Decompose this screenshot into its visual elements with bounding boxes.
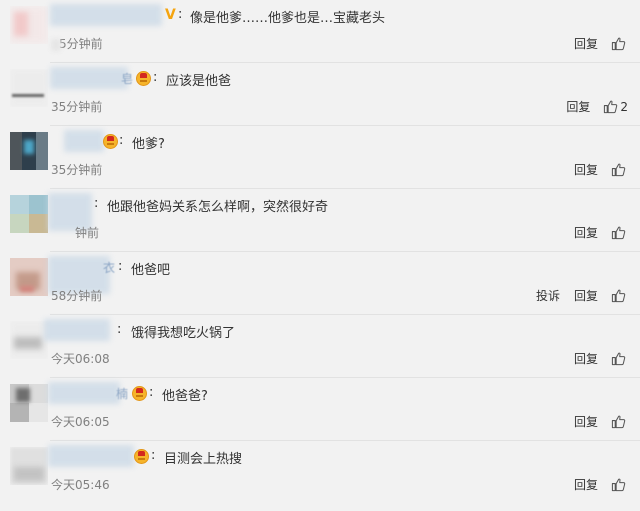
username[interactable] xyxy=(64,130,104,152)
like-button[interactable] xyxy=(611,351,628,366)
avatar[interactable] xyxy=(10,6,48,44)
comment-list: V : 像是他爹……他爹也是…宝藏老头 5分钟前 回复 皂 : 应该是他爸 35… xyxy=(0,0,640,511)
avatar[interactable] xyxy=(10,447,48,485)
comment-item: : 他爹? 35分钟前 回复 xyxy=(0,126,640,189)
vip-v-icon: V xyxy=(165,7,176,23)
like-count: 2 xyxy=(620,99,628,114)
colon: : xyxy=(118,259,123,274)
like-button[interactable]: 2 xyxy=(603,99,628,114)
reply-button[interactable]: 回复 xyxy=(574,287,598,304)
thumbs-up-icon xyxy=(611,163,626,177)
username[interactable] xyxy=(48,382,120,404)
thumbs-up-icon xyxy=(611,478,626,492)
like-button[interactable] xyxy=(611,477,628,492)
comment-actions: 投诉 回复 xyxy=(522,287,628,304)
like-button[interactable] xyxy=(611,162,628,177)
avatar[interactable] xyxy=(10,258,48,296)
comment-actions: 回复 2 xyxy=(552,98,628,115)
reply-button[interactable]: 回复 xyxy=(574,161,598,178)
like-button[interactable] xyxy=(611,288,628,303)
timestamp: 35分钟前 xyxy=(51,100,103,114)
comment-item: : 饿得我想吃火锅了 今天06:08 回复 xyxy=(0,315,640,378)
like-button[interactable] xyxy=(611,36,628,51)
timestamp: 35分钟前 xyxy=(51,163,103,177)
thumbs-up-icon xyxy=(611,226,626,240)
comment-item: V : 像是他爹……他爹也是…宝藏老头 5分钟前 回复 xyxy=(0,0,640,63)
comment-text: 应该是他爸 xyxy=(166,74,232,89)
avatar[interactable] xyxy=(10,132,48,170)
comment-actions: 回复 xyxy=(560,35,628,52)
colon: : xyxy=(178,7,183,22)
comment-actions: 回复 xyxy=(560,476,628,493)
avatar[interactable] xyxy=(10,195,48,233)
thumbs-up-icon xyxy=(611,415,626,429)
like-button[interactable] xyxy=(611,225,628,240)
timestamp: 今天05:46 xyxy=(51,478,110,492)
timestamp: 58分钟前 xyxy=(51,289,103,303)
comment-item: : 目测会上热搜 今天05:46 回复 xyxy=(0,441,640,511)
username-tail[interactable]: 皂 xyxy=(121,70,133,87)
timestamp: 今天06:08 xyxy=(51,352,110,366)
colon: : xyxy=(119,133,124,148)
comment-text: 目测会上热搜 xyxy=(164,452,243,467)
timestamp: 钟前 xyxy=(75,226,100,240)
username[interactable] xyxy=(44,319,110,341)
username[interactable] xyxy=(50,67,128,89)
comment-text: 他爸爸? xyxy=(162,389,208,404)
like-button[interactable] xyxy=(611,414,628,429)
report-button[interactable]: 投诉 xyxy=(536,287,560,304)
comment-item: 皂 : 应该是他爸 35分钟前 回复 2 xyxy=(0,63,640,126)
reply-button[interactable]: 回复 xyxy=(574,35,598,52)
reply-button[interactable]: 回复 xyxy=(574,413,598,430)
crown-badge-icon xyxy=(134,449,149,464)
comment-text: 他跟他爸妈关系怎么样啊，突然很好奇 xyxy=(107,200,329,215)
comment-item: : 他跟他爸妈关系怎么样啊，突然很好奇 钟前 回复 xyxy=(0,189,640,252)
comment-actions: 回复 xyxy=(560,224,628,241)
comment-actions: 回复 xyxy=(560,161,628,178)
comment-text: 饿得我想吃火锅了 xyxy=(131,326,236,341)
username-tail[interactable]: 衣 xyxy=(103,259,115,276)
comment-text: 他爸吧 xyxy=(131,263,171,278)
colon: : xyxy=(94,196,99,211)
crown-badge-icon xyxy=(136,71,151,86)
timestamp: 5分钟前 xyxy=(51,35,103,52)
reply-button[interactable]: 回复 xyxy=(574,476,598,493)
comment-text: 他爹? xyxy=(132,137,165,152)
comment-item: 衣 : 他爸吧 58分钟前 投诉 回复 xyxy=(0,252,640,315)
thumbs-up-icon xyxy=(604,100,618,114)
comment-actions: 回复 xyxy=(560,413,628,430)
crown-badge-icon xyxy=(103,134,118,149)
colon: : xyxy=(149,385,154,400)
thumbs-up-icon xyxy=(611,289,626,303)
crown-badge-icon xyxy=(132,386,147,401)
reply-button[interactable]: 回复 xyxy=(566,98,590,115)
avatar[interactable] xyxy=(10,321,48,359)
thumbs-up-icon xyxy=(611,352,626,366)
reply-button[interactable]: 回复 xyxy=(574,350,598,367)
comment-text: 像是他爹……他爹也是…宝藏老头 xyxy=(190,11,386,26)
avatar[interactable] xyxy=(10,384,48,422)
comment-item: 楠 : 他爸爸? 今天06:05 回复 xyxy=(0,378,640,441)
comment-actions: 回复 xyxy=(560,350,628,367)
thumbs-up-icon xyxy=(611,37,626,51)
username[interactable] xyxy=(50,4,162,26)
reply-button[interactable]: 回复 xyxy=(574,224,598,241)
timestamp: 今天06:05 xyxy=(51,415,110,429)
colon: : xyxy=(153,70,158,85)
username-tail[interactable]: 楠 xyxy=(116,385,128,402)
username[interactable] xyxy=(48,445,134,467)
avatar[interactable] xyxy=(10,69,48,107)
colon: : xyxy=(151,448,156,463)
colon: : xyxy=(117,322,122,337)
